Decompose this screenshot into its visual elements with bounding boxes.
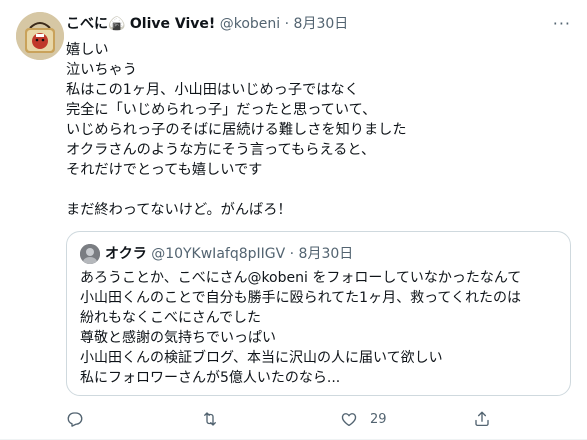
- quote-text: あろうことか、こべにさん@kobeni をフォローしていなかったなんて 小山田く…: [80, 268, 560, 388]
- quote-line: 私にフォロワーさんが5億人いたのなら...: [80, 370, 341, 386]
- tweet-header: こべに🍙 Olive Vive! @kobeni · 8月30日: [66, 14, 348, 34]
- quote-line: 小山田くんのことで自分も勝手に殴られてた1ヶ月、救ってくれたのは: [80, 290, 521, 306]
- like-icon: [341, 413, 357, 427]
- quote-author-handle: @10YKwIafq8pIIGV: [151, 246, 286, 262]
- more-options-icon[interactable]: ···: [553, 14, 571, 34]
- like-button[interactable]: 29: [340, 408, 387, 430]
- author-name-suffix[interactable]: Olive Vive!: [130, 16, 215, 32]
- quote-author-avatar[interactable]: [80, 244, 100, 264]
- quote-line: 尊敬と感謝の気持ちでいっぱい: [80, 330, 276, 346]
- separator-dot: ·: [284, 16, 290, 32]
- share-button[interactable]: [473, 408, 491, 430]
- tweet-line: 嬉しい: [66, 42, 109, 58]
- tweet-text: 嬉しい 泣いちゃう 私はこの1ヶ月、小山田はいじめっ子ではなく 完全に「いじめら…: [66, 40, 571, 220]
- tweet-line: いじめられっ子のそばに居続ける難しさを知りました: [66, 122, 407, 138]
- tweet-line: まだ終わってないけど。がんばろ！: [66, 202, 292, 218]
- author-name[interactable]: こべに: [66, 16, 108, 32]
- quote-line: あろうことか、こべにさん@kobeni をフォローしていなかったなんて: [80, 270, 522, 286]
- share-icon: [475, 411, 489, 427]
- tweet-line: オクラさんのような方にそう言ってもらえると、: [66, 142, 376, 158]
- author-avatar[interactable]: [16, 12, 64, 60]
- quote-line: 紛れもなくこべにさんでした: [80, 310, 262, 326]
- tweet-line: 泣いちゃう: [66, 62, 137, 78]
- tweet-actions: 29: [66, 408, 571, 430]
- quote-header: オクラ @10YKwIafq8pIIGV · 8月30日: [105, 244, 353, 264]
- quoted-tweet[interactable]: オクラ @10YKwIafq8pIIGV · 8月30日 あろうことか、こべにさ…: [66, 231, 571, 396]
- reply-button[interactable]: [66, 408, 84, 430]
- tweet[interactable]: こべに🍙 Olive Vive! @kobeni · 8月30日 ··· 嬉しい…: [0, 0, 587, 440]
- retweet-icon: [204, 412, 216, 426]
- tweet-line: 私はこの1ヶ月、小山田はいじめっ子ではなく: [66, 82, 359, 98]
- tweet-line: 完全に「いじめられっ子」だったと思っていて、: [66, 102, 377, 118]
- separator-dot: ·: [289, 246, 295, 262]
- tweet-line: それだけでとっても嬉しいです: [66, 162, 263, 178]
- quote-author-name: オクラ: [105, 246, 147, 262]
- onigiri-emoji: 🍙: [108, 16, 126, 32]
- quote-line: 小山田くんの検証ブログ、本当に沢山の人に届いて欲しい: [80, 350, 443, 366]
- retweet-button[interactable]: [201, 408, 219, 430]
- author-handle[interactable]: @kobeni: [220, 16, 280, 32]
- like-count: 29: [370, 411, 387, 427]
- tweet-date[interactable]: 8月30日: [294, 16, 349, 32]
- reply-icon: [67, 412, 83, 427]
- quote-date: 8月30日: [298, 246, 354, 262]
